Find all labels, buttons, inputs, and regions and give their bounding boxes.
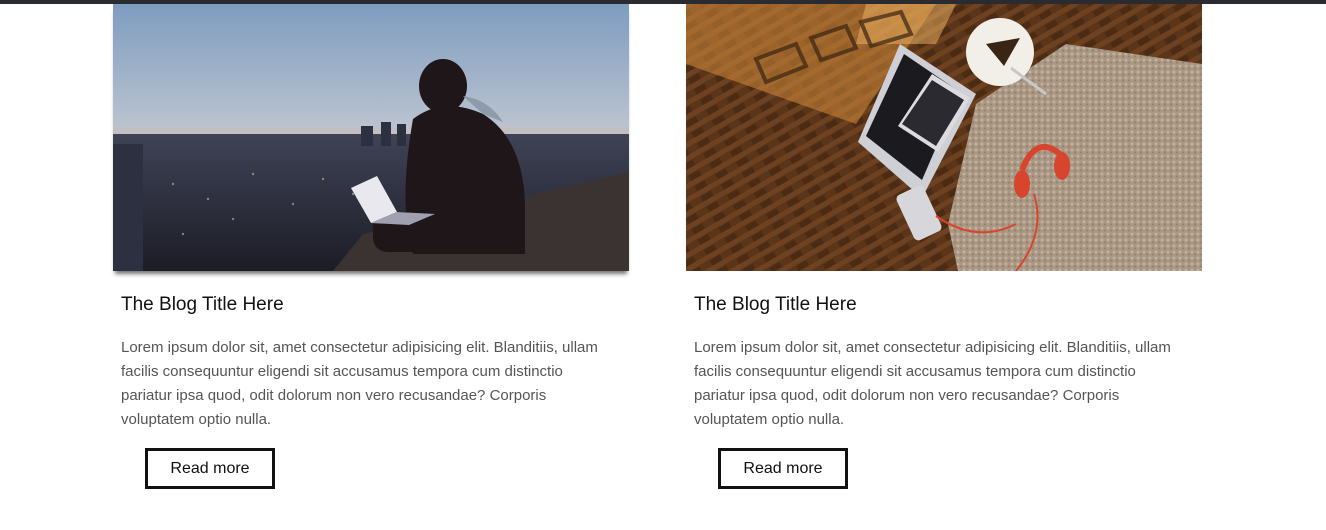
blog-card: The Blog Title Here Lorem ipsum dolor si… bbox=[113, 4, 629, 489]
blog-title[interactable]: The Blog Title Here bbox=[121, 294, 284, 316]
blog-excerpt: Lorem ipsum dolor sit, amet consectetur … bbox=[694, 339, 1171, 428]
read-more-button[interactable]: Read more bbox=[145, 448, 275, 489]
blog-card: The Blog Title Here Lorem ipsum dolor si… bbox=[686, 4, 1202, 489]
blog-excerpt: Lorem ipsum dolor sit, amet consectetur … bbox=[121, 339, 598, 428]
photo-person-laptop-sunset bbox=[113, 4, 629, 271]
photo-laptop-wooden-floor bbox=[686, 4, 1202, 271]
read-more-button[interactable]: Read more bbox=[718, 448, 848, 489]
blog-card-image[interactable] bbox=[686, 4, 1202, 271]
blog-title[interactable]: The Blog Title Here bbox=[694, 294, 857, 316]
blog-card-image[interactable] bbox=[113, 4, 629, 271]
